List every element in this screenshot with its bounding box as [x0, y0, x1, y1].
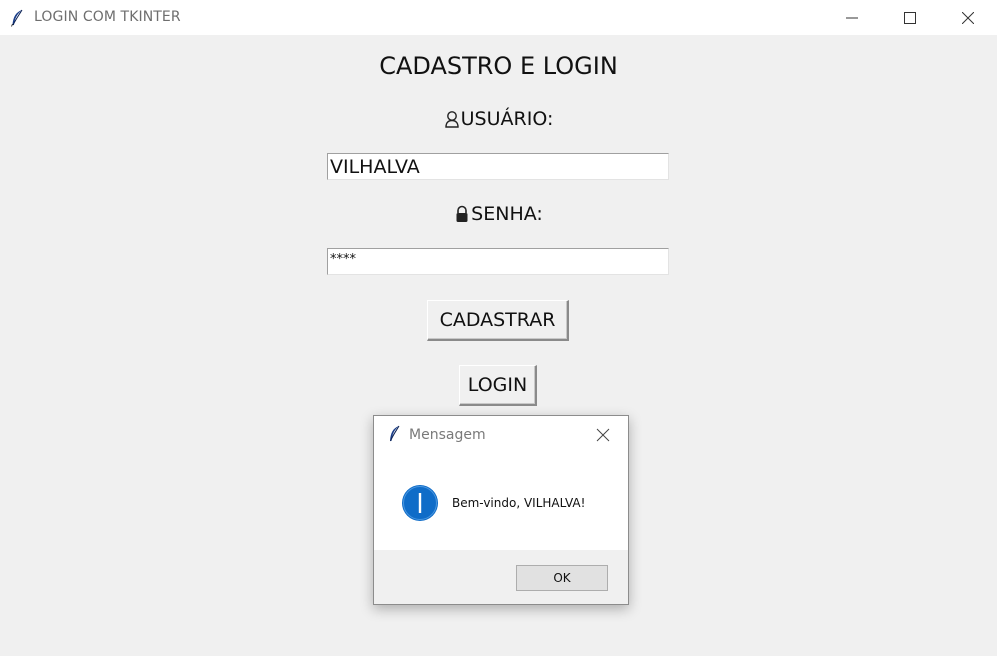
user-label-text: USUÁRIO: — [460, 108, 554, 130]
password-input[interactable]: **** — [327, 248, 669, 275]
page-title: CADASTRO E LOGIN — [379, 52, 618, 80]
info-icon — [402, 485, 438, 521]
username-input[interactable]: VILHALVA — [327, 153, 669, 180]
dialog-titlebar: Mensagem — [374, 416, 628, 454]
user-label: USUÁRIO: — [0, 108, 997, 130]
message-dialog: Mensagem Bem-vindo, VILHALVA! OK — [373, 415, 629, 605]
register-button[interactable]: CADASTRAR — [427, 300, 569, 341]
dialog-message: Bem-vindo, VILHALVA! — [452, 496, 586, 510]
ok-button[interactable]: OK — [516, 565, 608, 591]
maximize-icon — [904, 11, 916, 24]
login-button[interactable]: LOGIN — [459, 365, 537, 406]
minimize-icon — [846, 17, 858, 18]
minimize-button[interactable] — [823, 0, 881, 35]
password-label: SENHA: — [0, 203, 997, 225]
maximize-button[interactable] — [881, 0, 939, 35]
close-icon[interactable] — [595, 427, 611, 443]
close-icon — [962, 11, 974, 24]
close-button[interactable] — [939, 0, 997, 35]
dialog-footer: OK — [374, 550, 628, 604]
window-title: LOGIN COM TKINTER — [34, 9, 181, 25]
feather-icon — [390, 425, 400, 442]
lock-icon — [456, 205, 468, 222]
password-label-text: SENHA: — [471, 203, 543, 225]
dialog-title: Mensagem — [409, 427, 486, 443]
feather-icon — [11, 9, 23, 27]
user-icon — [444, 111, 459, 128]
window-titlebar: LOGIN COM TKINTER — [0, 0, 997, 35]
